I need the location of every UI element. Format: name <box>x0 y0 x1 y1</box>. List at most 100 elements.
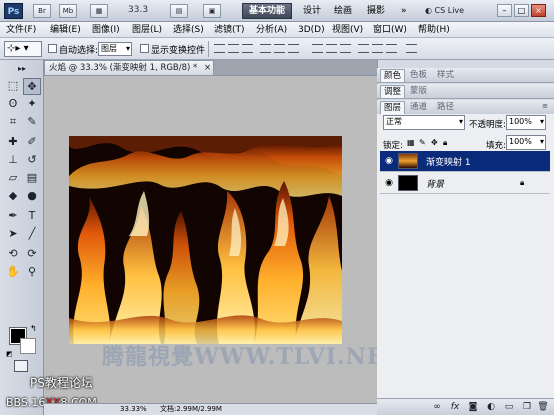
toolbox-grip-icon[interactable]: ▸▸ <box>4 64 40 74</box>
auto-select-dropdown[interactable]: 图层 <box>98 42 132 56</box>
align-top-icon[interactable] <box>214 44 225 53</box>
opacity-input[interactable]: 100% <box>506 115 546 130</box>
fill-input[interactable]: 100% <box>506 135 546 150</box>
blend-mode-dropdown[interactable]: 正常 <box>383 115 465 130</box>
more-workspaces[interactable]: » <box>394 3 414 19</box>
3d-orbit-tool-icon[interactable]: ⟳ <box>23 246 41 263</box>
distribute-left-icon[interactable] <box>358 44 369 53</box>
auto-select-checkbox[interactable] <box>48 44 57 53</box>
show-transform-checkbox[interactable] <box>140 44 149 53</box>
bridge-button[interactable]: Br <box>33 4 51 18</box>
3d-rotate-tool-icon[interactable]: ⟲ <box>4 246 22 263</box>
menu-edit[interactable]: 编辑(E) <box>50 24 81 36</box>
eyedropper-tool-icon[interactable]: ✎ <box>23 114 41 131</box>
layer-row[interactable]: ◉ 渐变映射 1 <box>380 151 550 172</box>
pen-tool-icon[interactable]: ✒ <box>4 208 22 225</box>
blur-tool-icon[interactable]: ◆ <box>4 188 22 205</box>
history-brush-tool-icon[interactable]: ↺ <box>23 152 41 169</box>
tab-styles[interactable]: 样式 <box>434 69 457 82</box>
add-mask-icon[interactable]: ◙ <box>467 401 479 413</box>
path-selection-tool-icon[interactable]: ➤ <box>4 226 22 243</box>
hand-tool-icon[interactable]: ✋ <box>4 264 22 281</box>
close-icon[interactable]: × <box>531 4 546 17</box>
tab-channels[interactable]: 通道 <box>407 101 430 114</box>
link-layers-icon[interactable]: ∞ <box>431 401 443 413</box>
menu-filter[interactable]: 滤镜(T) <box>214 24 245 36</box>
workspace-design[interactable]: 设计 <box>296 3 328 19</box>
visibility-eye-icon[interactable]: ◉ <box>383 179 395 188</box>
type-tool-icon[interactable]: T <box>23 208 41 225</box>
tool-preset-picker[interactable]: ⊹▸ ▾ <box>4 41 42 57</box>
quick-mask-icon[interactable] <box>14 360 28 372</box>
lock-position-icon[interactable]: ✥ <box>431 138 440 148</box>
tab-color[interactable]: 颜色 <box>380 69 406 82</box>
arrange-documents-button[interactable]: ▤ <box>170 4 188 18</box>
align-right-icon[interactable] <box>288 44 299 53</box>
layer-style-icon[interactable]: fx <box>449 401 461 413</box>
auto-align-icon[interactable] <box>406 44 417 53</box>
zoom-level[interactable]: 33.3 <box>128 5 148 15</box>
cs-live-button[interactable]: ◐ CS Live <box>425 3 479 19</box>
dodge-tool-icon[interactable]: ● <box>23 188 41 205</box>
distribute-bottom-icon[interactable] <box>340 44 351 53</box>
menu-image[interactable]: 图像(I) <box>92 24 120 36</box>
crop-tool-icon[interactable]: ⌗ <box>4 114 22 131</box>
lock-all-icon[interactable]: 🔒︎ <box>443 138 452 148</box>
tab-paths[interactable]: 路径 <box>434 101 457 114</box>
tab-swatches[interactable]: 色板 <box>407 69 430 82</box>
adjustment-layer-icon[interactable]: ◐ <box>485 401 497 413</box>
mini-bridge-button[interactable]: Mb <box>59 4 77 18</box>
distribute-right-icon[interactable] <box>386 44 397 53</box>
view-extras-button[interactable]: ▦ <box>90 4 108 18</box>
layer-row[interactable]: ◉ 背景 🔒︎ <box>380 173 550 194</box>
delete-layer-icon[interactable]: 🗑︎ <box>537 401 549 413</box>
menu-select[interactable]: 选择(S) <box>173 24 204 36</box>
move-tool-icon[interactable]: ✥ <box>23 78 41 95</box>
tab-adjustments[interactable]: 调整 <box>380 85 406 98</box>
tab-layers[interactable]: 图层 <box>380 101 406 114</box>
menu-3d[interactable]: 3D(D) <box>298 24 325 36</box>
menu-file[interactable]: 文件(F) <box>6 24 36 36</box>
line-tool-icon[interactable]: ╱ <box>23 226 41 243</box>
menu-analysis[interactable]: 分析(A) <box>256 24 287 36</box>
swap-colors-icon[interactable]: ↰ <box>30 324 37 333</box>
healing-brush-tool-icon[interactable]: ✚ <box>4 134 22 151</box>
maximize-icon[interactable]: □ <box>514 4 529 17</box>
distribute-top-icon[interactable] <box>312 44 323 53</box>
status-zoom[interactable]: 33.33% <box>120 404 147 415</box>
fire-canvas-image[interactable] <box>69 136 342 344</box>
zoom-tool-icon[interactable]: ⚲ <box>23 264 41 281</box>
menu-help[interactable]: 帮助(H) <box>418 24 450 36</box>
marquee-tool-icon[interactable]: ⬚ <box>4 78 22 95</box>
background-color-swatch[interactable] <box>20 338 36 354</box>
new-layer-icon[interactable]: ❐ <box>521 401 533 413</box>
layers-panel-menu-icon[interactable]: ≡ <box>540 102 550 112</box>
visibility-eye-icon[interactable]: ◉ <box>383 157 395 166</box>
document-tab[interactable]: 火焰 @ 33.3% (渐变映射 1, RGB/8) * × <box>44 60 214 75</box>
magic-wand-tool-icon[interactable]: ✦ <box>23 96 41 113</box>
menu-window[interactable]: 窗口(W) <box>373 24 407 36</box>
distribute-vcenter-icon[interactable] <box>326 44 337 53</box>
workspace-essentials[interactable]: 基本功能 <box>242 3 293 19</box>
workspace-painting[interactable]: 绘画 <box>327 3 359 19</box>
lock-pixels-icon[interactable]: ✎ <box>419 138 428 148</box>
default-colors-icon[interactable]: ◩ <box>6 350 13 358</box>
menu-layer[interactable]: 图层(L) <box>132 24 162 36</box>
gradient-tool-icon[interactable]: ▤ <box>23 170 41 187</box>
align-left-icon[interactable] <box>260 44 271 53</box>
tab-masks[interactable]: 蒙版 <box>407 85 430 98</box>
align-bottom-icon[interactable] <box>242 44 253 53</box>
eraser-tool-icon[interactable]: ▱ <box>4 170 22 187</box>
distribute-hcenter-icon[interactable] <box>372 44 383 53</box>
minimize-icon[interactable]: – <box>497 4 512 17</box>
align-vcenter-icon[interactable] <box>228 44 239 53</box>
lock-transparent-icon[interactable]: ▦ <box>407 138 416 148</box>
new-group-icon[interactable]: ▭ <box>503 401 515 413</box>
screen-mode-button[interactable]: ▣ <box>203 4 221 18</box>
close-document-icon[interactable]: × <box>204 63 211 73</box>
lasso-tool-icon[interactable]: ʘ <box>4 96 22 113</box>
menu-view[interactable]: 视图(V) <box>332 24 363 36</box>
align-hcenter-icon[interactable] <box>274 44 285 53</box>
workspace-photography[interactable]: 摄影 <box>360 3 392 19</box>
clone-stamp-tool-icon[interactable]: ⊥ <box>4 152 22 169</box>
